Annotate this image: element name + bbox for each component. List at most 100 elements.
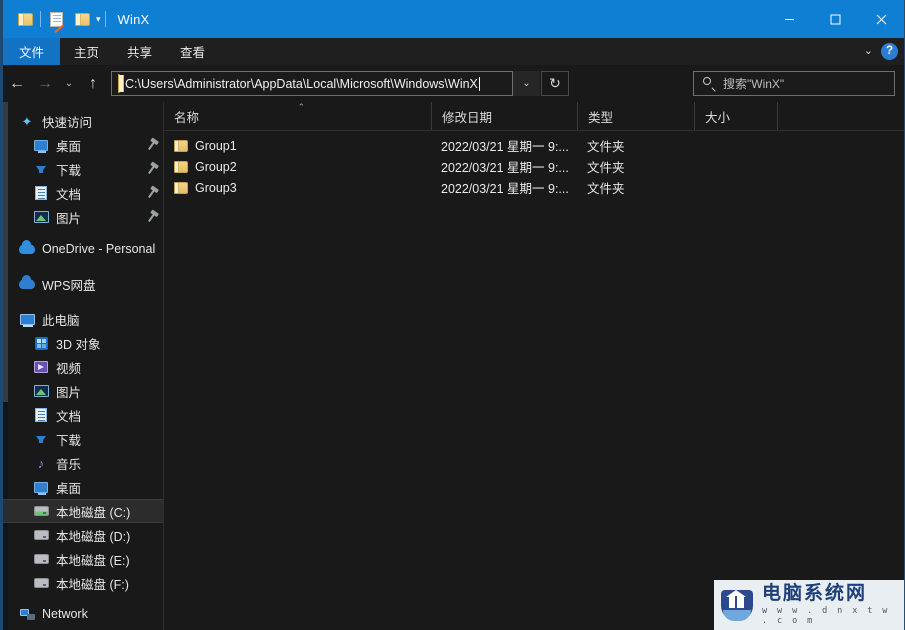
toolbar-divider (104, 11, 106, 27)
minimize-button[interactable] (766, 0, 812, 38)
sidebar-item-pictures[interactable]: 图片 (3, 205, 163, 229)
cell-date: 2022/03/21 星期一 9:... (441, 140, 569, 154)
wps-cloud-icon (19, 275, 35, 292)
sidebar-item-documents-pc[interactable]: 文档 (3, 403, 163, 427)
watermark-logo-icon (721, 588, 755, 622)
column-header-date[interactable]: 修改日期 (431, 102, 577, 130)
maximize-icon (830, 14, 840, 24)
sidebar-item-drive-d[interactable]: 本地磁盘 (D:) (3, 523, 163, 547)
sidebar-item-wps-cloud[interactable]: WPS网盘 (3, 272, 163, 296)
sidebar-item-label: 本地磁盘 (E:) (56, 553, 130, 568)
column-header-size[interactable]: 大小 (694, 102, 777, 130)
sidebar-item-label: 文档 (56, 187, 82, 202)
sidebar-item-onedrive[interactable]: OneDrive - Personal (3, 237, 163, 261)
drive-icon (33, 527, 49, 543)
column-header-spacer (777, 102, 807, 130)
sidebar-item-3d-objects[interactable]: 3D 对象 (3, 331, 163, 355)
pin-icon[interactable] (148, 139, 156, 151)
table-row[interactable]: Group3 2022/03/21 星期一 9:... 文件夹 (164, 177, 904, 198)
sidebar-item-label: 图片 (56, 211, 82, 226)
sidebar-item-documents[interactable]: 文档 (3, 181, 163, 205)
pin-icon[interactable] (148, 163, 156, 175)
cell-date: 2022/03/21 星期一 9:... (441, 182, 569, 196)
this-pc-icon (19, 311, 35, 327)
desktop-icon (33, 137, 49, 153)
properties-icon[interactable] (43, 4, 69, 34)
address-bar[interactable]: C:\Users\Administrator\AppData\Local\Mic… (111, 71, 513, 96)
sidebar-item-desktop-pc[interactable]: 桌面 (3, 475, 163, 499)
sidebar-item-label: 3D 对象 (56, 337, 101, 352)
cell-type: 文件夹 (587, 161, 625, 175)
column-header-name[interactable]: ⌃ 名称 (164, 102, 431, 130)
up-button[interactable]: ↑ (79, 69, 107, 99)
column-header-type[interactable]: 类型 (577, 102, 694, 130)
file-rows: Group1 2022/03/21 星期一 9:... 文件夹 Group2 2… (164, 131, 904, 198)
help-button[interactable]: ? (881, 43, 898, 60)
ribbon-tab-bar: 文件 主页 共享 查看 ⌄ ? (3, 38, 904, 65)
window-title: WinX (117, 11, 150, 27)
sidebar-item-downloads[interactable]: 下载 (3, 157, 163, 181)
sidebar-item-network[interactable]: Network (3, 602, 163, 626)
sidebar-item-quick-access[interactable]: ✦ 快速访问 (3, 109, 163, 133)
folder-icon[interactable] (12, 4, 38, 34)
back-button[interactable]: ← (3, 69, 31, 99)
sidebar-item-pictures-pc[interactable]: 图片 (3, 379, 163, 403)
title-bar: ▾ WinX (3, 0, 904, 38)
system-drive-icon (33, 503, 49, 519)
tab-view[interactable]: 查看 (166, 38, 219, 65)
sidebar-item-label: OneDrive - Personal (42, 242, 156, 256)
address-dropdown-button[interactable]: ⌄ (513, 71, 540, 96)
cell-name: Group1 (164, 139, 431, 153)
sidebar-item-label: 图片 (56, 385, 82, 400)
maximize-button[interactable] (812, 0, 858, 38)
pin-icon[interactable] (148, 187, 156, 199)
sidebar-item-drive-c[interactable]: 本地磁盘 (C:) (3, 499, 163, 523)
cell-date: 2022/03/21 星期一 9:... (441, 161, 569, 175)
watermark-url: w w w . d n x t w . c o m (762, 606, 890, 627)
refresh-button[interactable]: ↻ (541, 71, 569, 96)
sidebar-item-label: Network (42, 607, 88, 621)
onedrive-icon (19, 240, 35, 257)
table-row[interactable]: Group2 2022/03/21 星期一 9:... 文件夹 (164, 156, 904, 177)
pictures-icon (33, 383, 49, 399)
file-name: Group1 (195, 138, 237, 153)
column-label: 类型 (588, 110, 614, 125)
table-row[interactable]: Group1 2022/03/21 星期一 9:... 文件夹 (164, 135, 904, 156)
explorer-window: ▾ WinX 文件 主页 共享 查看 ⌄ ? ← → ⌄ ↑ C:\Users\… (0, 0, 905, 630)
chevron-down-icon[interactable]: ▾ (96, 14, 101, 24)
close-button[interactable] (858, 0, 904, 38)
pin-icon[interactable] (148, 211, 156, 223)
sidebar-item-drive-e[interactable]: 本地磁盘 (E:) (3, 547, 163, 571)
chevron-down-icon[interactable]: ⌄ (864, 46, 873, 57)
file-list-pane: ⌃ 名称 修改日期 类型 大小 Group1 2022/03/21 星期一 9:… (164, 102, 904, 630)
sidebar-item-drive-f[interactable]: 本地磁盘 (F:) (3, 571, 163, 595)
sidebar-item-desktop[interactable]: 桌面 (3, 133, 163, 157)
folder-icon (174, 181, 188, 194)
sidebar-item-videos[interactable]: 视频 (3, 355, 163, 379)
new-folder-icon[interactable] (69, 4, 95, 34)
sidebar-item-this-pc[interactable]: 此电脑 (3, 307, 163, 331)
forward-button[interactable]: → (31, 69, 59, 99)
search-box[interactable]: 搜索"WinX" (693, 71, 895, 96)
tab-home[interactable]: 主页 (60, 38, 113, 65)
close-icon (876, 14, 886, 24)
ribbon-actions: ⌄ ? (864, 38, 898, 65)
star-icon: ✦ (21, 113, 33, 129)
sidebar-item-music[interactable]: ♪ 音乐 (3, 451, 163, 475)
documents-icon (33, 185, 49, 201)
recent-locations-button[interactable]: ⌄ (59, 69, 79, 99)
tab-share[interactable]: 共享 (113, 38, 166, 65)
sidebar-item-label: 本地磁盘 (F:) (56, 577, 129, 592)
sidebar-item-downloads-pc[interactable]: 下载 (3, 427, 163, 451)
cell-type: 文件夹 (587, 140, 625, 154)
cell-type: 文件夹 (587, 182, 625, 196)
sidebar-item-label: 本地磁盘 (D:) (56, 529, 131, 544)
column-label: 名称 (174, 110, 200, 125)
sidebar-item-label: 文档 (56, 409, 82, 424)
tab-file[interactable]: 文件 (3, 38, 61, 65)
navigation-pane: ✦ 快速访问 桌面 下载 文档 图片 OneDrive - Personal W… (3, 102, 164, 630)
address-text: C:\Users\Administrator\AppData\Local\Mic… (125, 76, 478, 91)
folder-icon (174, 139, 188, 152)
3d-objects-icon (33, 335, 49, 351)
download-icon (33, 161, 49, 177)
